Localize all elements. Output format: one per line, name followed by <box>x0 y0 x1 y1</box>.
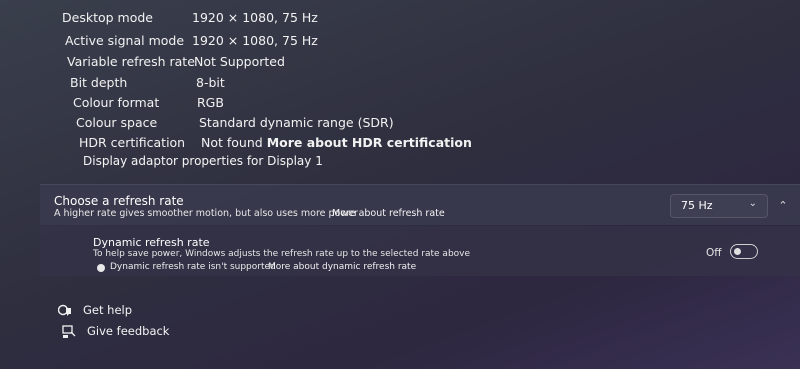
refresh-rate-selected: 75 Hz <box>681 199 713 212</box>
dynamic-refresh-description: To help save power, Windows adjusts the … <box>93 249 471 259</box>
desktop-mode-value: 1920 × 1080, 75 Hz <box>192 10 318 25</box>
refresh-rate-card: Choose a refresh rate A higher rate give… <box>40 184 800 225</box>
refresh-rate-link[interactable]: More about refresh rate <box>332 208 445 219</box>
active-signal-label: Active signal mode <box>65 33 185 48</box>
help-chat-icon <box>57 304 72 318</box>
colour-space-label: Colour space <box>76 115 158 130</box>
toggle-state-label: Off <box>706 247 722 259</box>
colour-space-value: Standard dynamic range (SDR) <box>199 115 394 130</box>
colour-format-label: Colour format <box>73 95 160 110</box>
bit-depth-value: 8-bit <box>196 75 225 90</box>
feedback-icon <box>62 325 76 339</box>
chevron-up-icon: ⌃ <box>778 198 788 212</box>
toggle-knob <box>734 248 741 255</box>
collapse-button[interactable]: ⌃ <box>771 194 795 216</box>
adapter-properties-link[interactable]: Display adaptor properties for Display 1 <box>83 154 323 168</box>
refresh-rate-title: Choose a refresh rate <box>54 194 184 208</box>
bit-depth-label: Bit depth <box>70 75 128 90</box>
vrr-value: Not Supported <box>194 54 285 69</box>
colour-format-value: RGB <box>197 95 224 110</box>
info-dot-icon <box>97 264 105 272</box>
hdr-cert-label: HDR certification <box>79 135 186 150</box>
dynamic-refresh-toggle[interactable] <box>730 244 758 259</box>
hdr-cert-value: Not found More about HDR certification <box>201 135 472 150</box>
active-signal-value: 1920 × 1080, 75 Hz <box>192 33 318 48</box>
chevron-down-icon: ⌄ <box>748 198 757 209</box>
refresh-rate-dropdown[interactable]: 75 Hz ⌄ <box>670 194 768 218</box>
dynamic-refresh-card: Dynamic refresh rate To help save power,… <box>40 226 800 276</box>
vrr-label: Variable refresh rate <box>67 54 195 69</box>
dynamic-refresh-link[interactable]: More about dynamic refresh rate <box>268 262 416 272</box>
dynamic-refresh-warning: Dynamic refresh rate isn't supported <box>110 262 276 272</box>
desktop-mode-label: Desktop mode <box>62 10 153 25</box>
display-specs: Desktop mode 1920 × 1080, 75 Hz Active s… <box>0 0 800 180</box>
get-help-label: Get help <box>83 303 133 317</box>
give-feedback-label: Give feedback <box>87 324 170 338</box>
dynamic-refresh-title: Dynamic refresh rate <box>93 236 210 249</box>
refresh-rate-description: A higher rate gives smoother motion, but… <box>54 208 358 219</box>
hdr-cert-link[interactable]: More about HDR certification <box>267 135 472 150</box>
hdr-cert-status: Not found <box>201 135 263 150</box>
